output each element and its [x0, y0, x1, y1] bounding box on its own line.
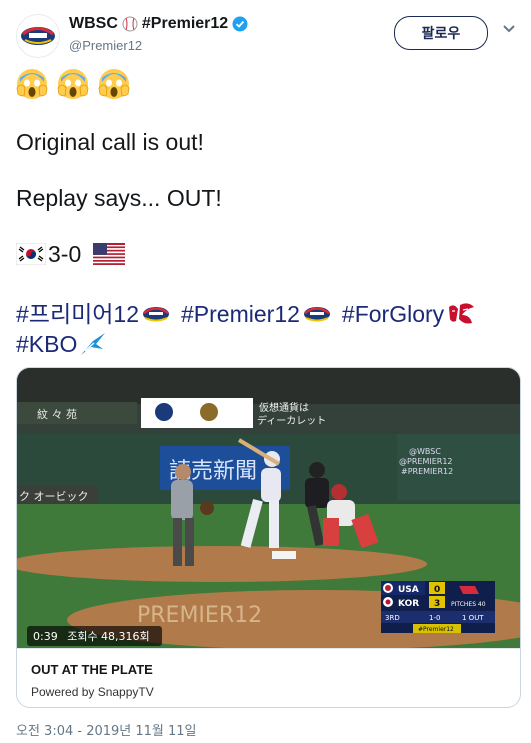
display-name[interactable]: WBSC — [69, 14, 118, 34]
tweet-line: Original call is out! — [16, 129, 204, 155]
wbsc-board-text: @PREMIER12 — [399, 457, 453, 466]
scoreboard-outs: 1 OUT — [462, 614, 484, 622]
card-title: OUT AT THE PLATE — [31, 662, 153, 677]
scoreboard-team2: KOR — [398, 599, 419, 609]
hashtag-line: #프리미어12 #Premier12 #ForGlory — [16, 300, 478, 328]
usa-flag-icon — [93, 243, 126, 265]
ad-left-text: 紋 々 苑 — [37, 407, 77, 421]
video-info-badge: 0:39 조회수 48,316회 — [27, 626, 162, 646]
media-card[interactable]: 紋 々 苑 仮想通貨は ディーカレット @WBSC @PREMIER12 #PR… — [16, 367, 521, 708]
wbsc-board-text: @WBSC — [409, 447, 441, 456]
usa-baseball-hashflag-icon — [449, 303, 475, 324]
chevron-down-icon[interactable] — [502, 24, 516, 34]
ad-center-text: 仮想通貨は — [259, 401, 309, 414]
verified-badge-icon — [232, 16, 248, 32]
avatar[interactable] — [16, 14, 60, 58]
hashtag-link[interactable]: #ForGlory — [342, 300, 444, 328]
display-name-tag: #Premier12 — [141, 15, 229, 32]
premier12-hashflag-icon — [143, 307, 170, 322]
video-views: 조회수 48,316회 — [67, 630, 150, 643]
premier12-logo-icon — [21, 27, 55, 45]
video-player[interactable]: 紋 々 苑 仮想通貨は ディーカレット @WBSC @PREMIER12 #PR… — [17, 368, 520, 648]
korea-flag-icon — [16, 243, 46, 265]
screaming-face-emoji-icon — [57, 69, 89, 99]
hashtag-link[interactable]: #프리미어12 — [16, 300, 139, 328]
card-footer[interactable]: OUT AT THE PLATE Powered by SnappyTV — [17, 648, 520, 707]
tweet-timestamp[interactable]: 오전 3:04 - 2019년 11월 11일 — [16, 720, 197, 739]
ad-olympic-text: ク オービック — [19, 490, 89, 503]
baseball-icon — [122, 16, 138, 32]
screaming-face-emoji-icon — [16, 69, 48, 99]
tweet-line: Replay says... OUT! — [16, 185, 222, 211]
field-logo-text: PREMIER12 — [137, 603, 262, 628]
user-handle[interactable]: @Premier12 — [69, 37, 248, 55]
score-text: 3-0 — [48, 241, 82, 267]
wbsc-board-text: #PREMIER12 — [401, 467, 453, 476]
hashtag-link[interactable]: #KBO — [16, 330, 77, 358]
emoji-line — [16, 68, 139, 100]
scoreboard-count: 1-0 — [429, 614, 440, 622]
screaming-face-emoji-icon — [98, 69, 130, 99]
ad-center-text: ディーカレット — [257, 414, 326, 427]
follow-button[interactable]: 팔로우 — [394, 16, 488, 50]
scoreboard-overlay: USA 0 KOR 3 PITCHES 40 3RD 1-0 1 OUT #Pr… — [381, 581, 495, 633]
premier12-hashflag-icon — [303, 307, 330, 322]
scoreboard-team1: USA — [398, 585, 419, 595]
scoreboard-team1-score: 0 — [434, 585, 440, 595]
scoreboard-tag: #Premier12 — [418, 626, 454, 633]
scoreboard-team2-score: 3 — [434, 599, 440, 609]
tweet-header: WBSC #Premier12 @Premier12 팔로우 — [16, 12, 516, 58]
kbo-hashflag-icon — [81, 333, 106, 355]
video-frame: 紋 々 苑 仮想通貨は ディーカレット @WBSC @PREMIER12 #PR… — [17, 368, 520, 648]
card-subtitle: Powered by SnappyTV — [31, 685, 154, 699]
hashtag-line: #KBO — [16, 330, 107, 358]
score-line: 3-0 — [16, 240, 126, 268]
hashtag-link[interactable]: #Premier12 — [181, 300, 300, 328]
video-duration: 0:39 — [33, 630, 58, 643]
scoreboard-pitches: PITCHES 40 — [451, 601, 486, 608]
scoreboard-inning: 3RD — [385, 614, 400, 622]
